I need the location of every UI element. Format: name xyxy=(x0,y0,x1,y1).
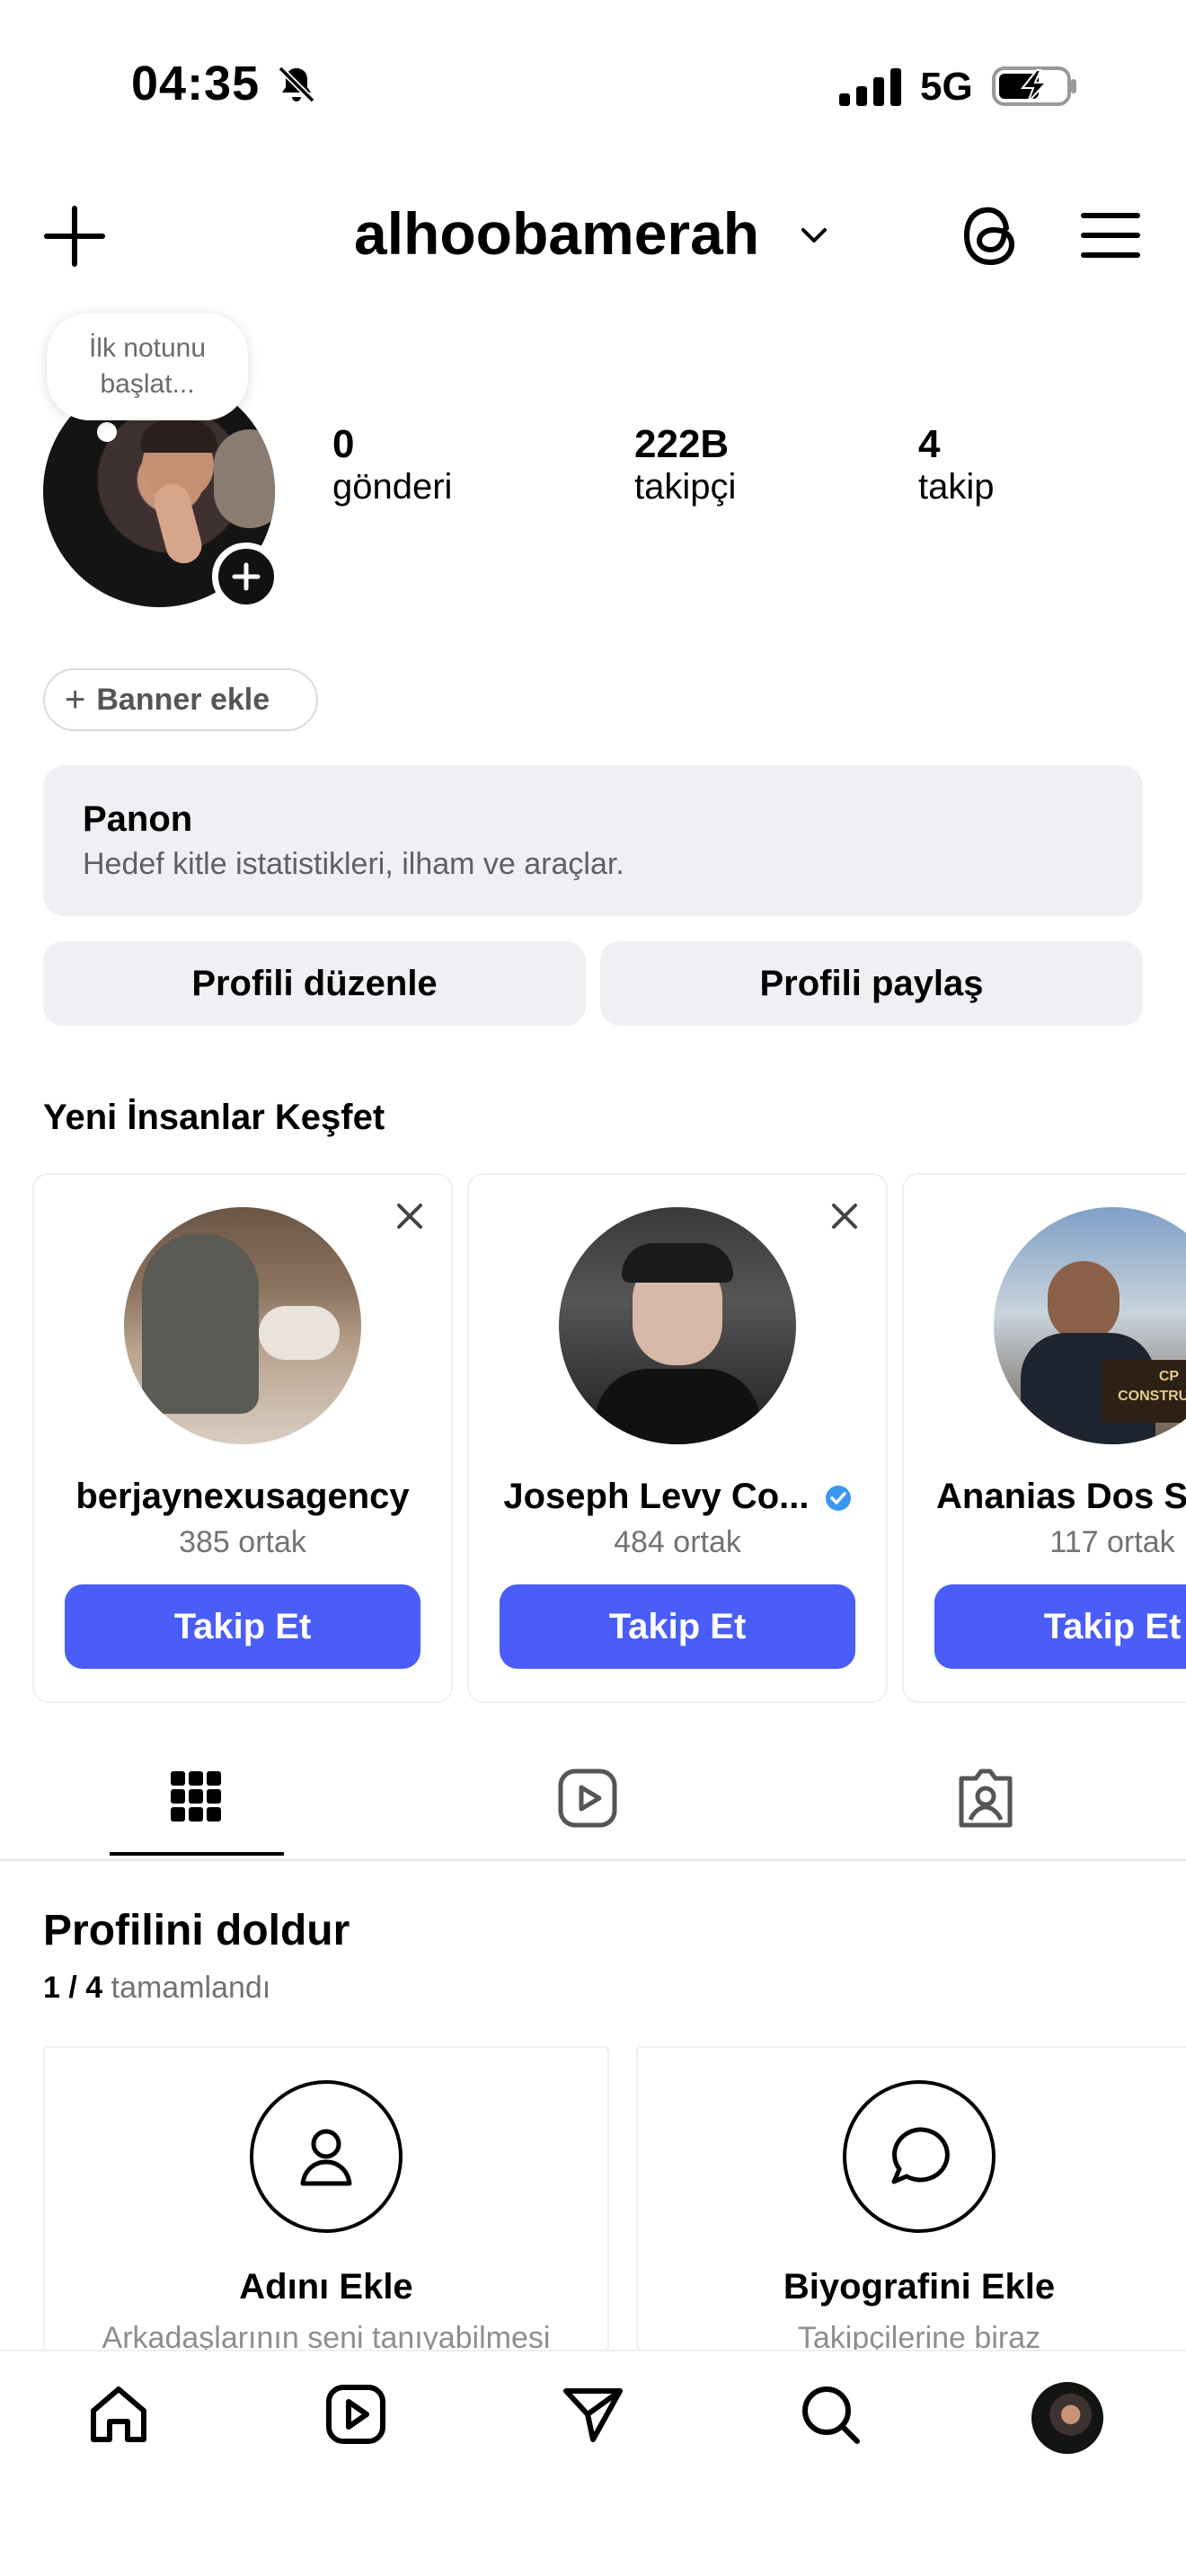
add-name-card[interactable]: Adını Ekle Arkadaşlarının seni tanıyabil… xyxy=(43,2046,609,2355)
dashboard-card[interactable]: Panon Hedef kitle istatistikleri, ilham … xyxy=(43,765,1143,916)
stat-posts-label: gönderi xyxy=(332,467,453,507)
threads-icon[interactable] xyxy=(958,201,1022,269)
logo-text-bottom: CONSTRUÇÕE xyxy=(1118,1389,1186,1404)
suggestion-mutual: 385 ortak xyxy=(179,1525,306,1559)
search-icon[interactable] xyxy=(796,2380,864,2448)
suggestion-avatar[interactable] xyxy=(124,1207,361,1444)
reels-icon[interactable] xyxy=(557,1768,618,1829)
add-bio-card[interactable]: Biyografini Ekle Takipçilerine biraz xyxy=(636,2046,1186,2355)
edit-profile-button[interactable]: Profili düzenle xyxy=(43,941,586,1026)
follow-button[interactable]: Takip Et xyxy=(65,1584,420,1669)
chevron-down-icon[interactable] xyxy=(798,219,830,251)
add-bio-title: Biyografini Ekle xyxy=(783,2267,1056,2307)
tab-divider xyxy=(0,1859,1186,1861)
reels-icon[interactable] xyxy=(322,2380,390,2448)
dismiss-suggestion-icon[interactable] xyxy=(394,1200,426,1232)
suggestion-name[interactable]: Joseph Levy Co... xyxy=(469,1477,886,1517)
signal-icon xyxy=(839,68,901,106)
dismiss-suggestion-icon[interactable] xyxy=(828,1200,861,1232)
plus-icon xyxy=(232,562,261,591)
discover-title: Yeni İnsanlar Keşfet xyxy=(43,1098,385,1137)
status-time: 04:35 xyxy=(131,57,261,110)
suggestion-mutual: 484 ortak xyxy=(614,1525,741,1559)
suggestion-card[interactable]: Joseph Levy Co... 484 ortak Takip Et xyxy=(467,1173,888,1703)
logo-text-top: CP xyxy=(1158,1369,1180,1384)
follow-button[interactable]: Takip Et xyxy=(500,1584,855,1669)
stat-followers-label: takipçi xyxy=(634,467,737,507)
suggestion-name-text: Joseph Levy Co... xyxy=(503,1477,810,1516)
suggestion-name[interactable]: berjaynexusagency xyxy=(34,1477,451,1517)
note-line-2: başlat... xyxy=(100,369,195,399)
add-name-title: Adını Ekle xyxy=(239,2267,413,2307)
note-line-1: İlk notunu xyxy=(88,333,207,363)
stat-following-value: 4 xyxy=(918,422,941,466)
stat-followers-value: 222B xyxy=(634,422,730,466)
suggestion-name[interactable]: Ananias Dos S xyxy=(904,1477,1186,1517)
profile-username[interactable]: alhoobamerah xyxy=(354,199,759,268)
suggestion-mutual: 117 ortak xyxy=(1049,1525,1175,1559)
stat-followers[interactable]: 222B takipçi xyxy=(634,422,736,507)
grid-icon[interactable] xyxy=(169,1769,223,1823)
note-bubble-tail xyxy=(97,422,117,442)
person-icon xyxy=(250,2080,403,2233)
hamburger-menu-icon[interactable] xyxy=(1078,203,1143,268)
suggestion-card[interactable]: berjaynexusagency 385 ortak Takip Et xyxy=(32,1173,453,1703)
suggestion-avatar[interactable]: CP CONSTRUÇÕE xyxy=(994,1207,1186,1444)
note-bubble[interactable]: İlk notunu başlat... xyxy=(47,313,248,420)
verified-badge-icon xyxy=(825,1486,851,1512)
plus-icon: + xyxy=(65,679,86,719)
create-plus-icon[interactable] xyxy=(41,203,108,269)
bell-slash-icon xyxy=(278,66,315,103)
add-story-button[interactable] xyxy=(212,543,280,611)
share-profile-button[interactable]: Profili paylaş xyxy=(600,941,1143,1026)
add-banner-label: Banner ekle xyxy=(96,682,270,717)
speech-bubble-icon xyxy=(843,2080,996,2233)
dashboard-title: Panon xyxy=(83,799,193,839)
complete-profile-progress: 1 / 4 tamamlandı xyxy=(43,1971,270,2006)
progress-suffix: tamamlandı xyxy=(111,1971,271,2005)
stat-posts[interactable]: 0 gönderi xyxy=(332,422,452,507)
follow-button[interactable]: Takip Et xyxy=(934,1584,1186,1669)
battery-charging-icon xyxy=(992,66,1076,106)
home-icon[interactable] xyxy=(84,2380,153,2448)
add-banner-button[interactable]: + Banner ekle xyxy=(43,668,318,731)
tagged-icon[interactable] xyxy=(954,1766,1017,1831)
profile-nav-avatar[interactable] xyxy=(1031,2382,1103,2454)
complete-profile-title: Profilini doldur xyxy=(43,1907,350,1954)
dashboard-subtitle: Hedef kitle istatistikleri, ilham ve ara… xyxy=(83,847,624,881)
suggestion-card[interactable]: CP CONSTRUÇÕE Ananias Dos S 117 ortak Ta… xyxy=(902,1173,1186,1703)
suggestion-avatar[interactable] xyxy=(559,1207,796,1444)
stat-following[interactable]: 4 takip xyxy=(918,422,995,507)
send-icon[interactable] xyxy=(559,2380,627,2448)
progress-count: 1 / 4 xyxy=(43,1971,103,2005)
active-tab-indicator xyxy=(110,1852,284,1856)
network-type: 5G xyxy=(920,65,973,109)
stat-posts-value: 0 xyxy=(332,422,355,466)
stat-following-label: takip xyxy=(918,467,995,507)
